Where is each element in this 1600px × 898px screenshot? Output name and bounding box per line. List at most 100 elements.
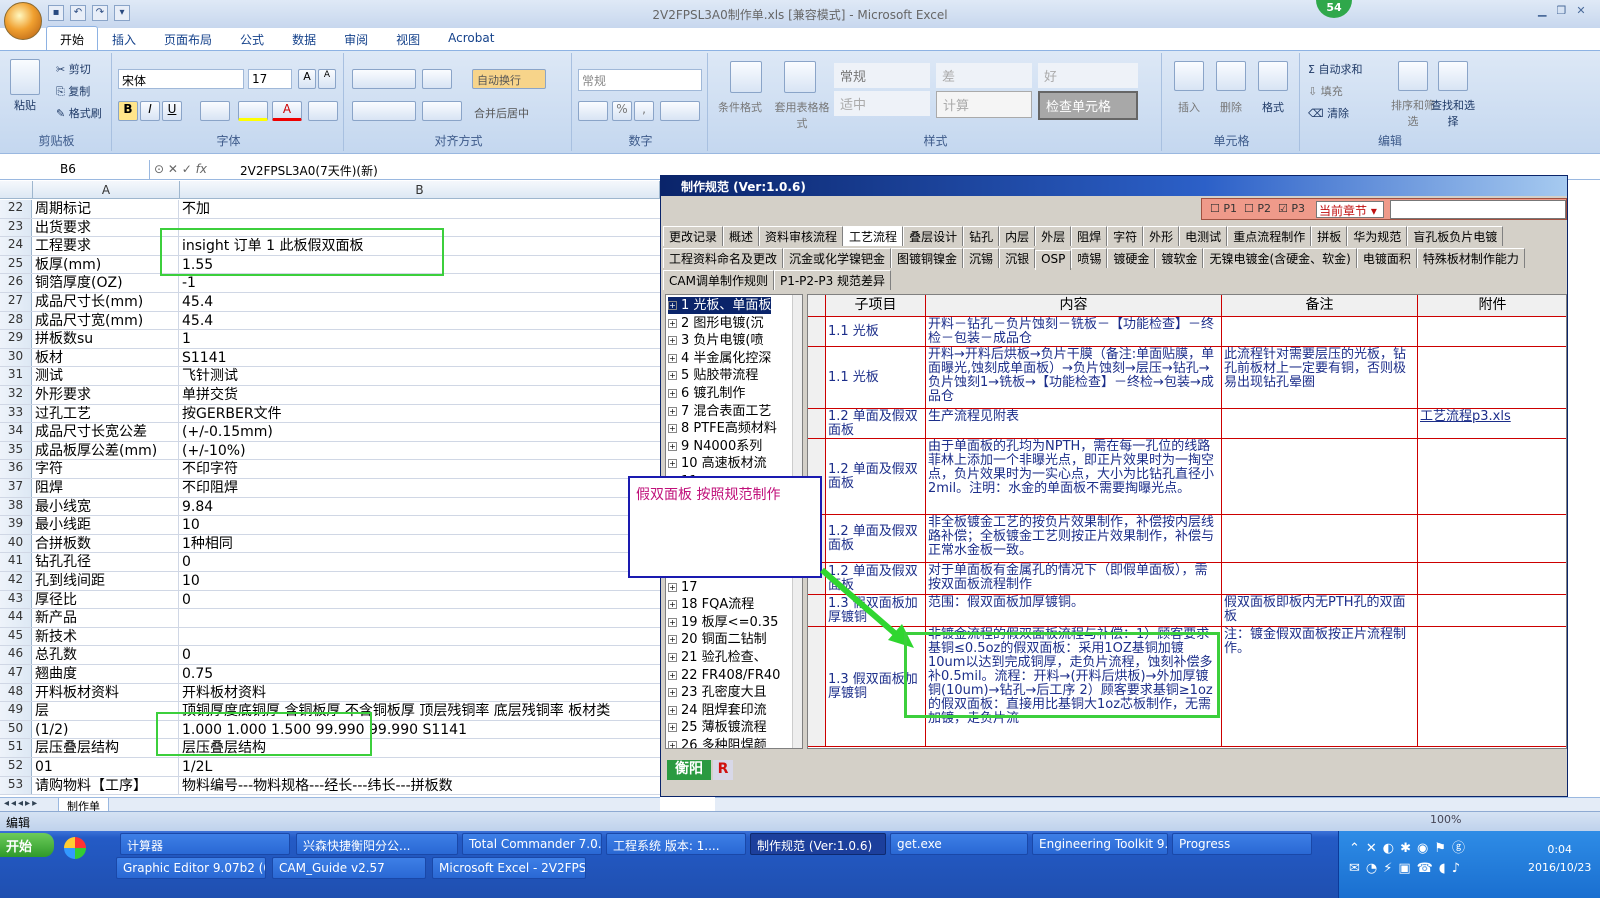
cell-b[interactable]: 0 [180,591,660,609]
italic-button[interactable]: I [140,101,160,121]
sort-filter-icon[interactable] [1398,61,1428,91]
tree-item[interactable]: +21 验孔检查、 [668,649,767,666]
table-format-icon[interactable] [784,61,816,93]
cell-b[interactable]: 0 [180,553,660,571]
cell-a[interactable]: 钻孔孔径 [33,553,179,571]
paste-button[interactable]: 粘贴 [14,97,36,113]
style-calc[interactable]: 计算 [936,91,1032,118]
spec-tab[interactable]: 电测试 [1179,226,1228,246]
cell-b[interactable]: 45.4 [180,293,660,311]
cell-b[interactable]: 开料板材资料 [180,684,660,702]
insert-cells-icon[interactable] [1174,61,1204,91]
row-number[interactable]: 33 [0,404,32,423]
spec-tab[interactable]: 镀硬金 [1107,248,1156,268]
tree-item[interactable]: +19 板厚<=0.35 [668,614,778,631]
row-number[interactable]: 42 [0,572,32,590]
tray-icons[interactable]: ⌃✕◐✱◉⚑ⓖ [1349,837,1471,856]
spec-tab[interactable]: 镀软金 [1155,248,1204,268]
spec-tab[interactable]: 沉银 [999,248,1036,268]
p2-checkbox[interactable]: ☐ P2 [1244,202,1271,215]
conditional-format-icon[interactable] [730,61,762,93]
save-icon[interactable]: ▪ [48,5,64,21]
copy-button[interactable]: ⎘ 复制 [56,83,90,99]
format-cells-button[interactable]: 格式 [1262,99,1284,115]
spec-tab[interactable]: 沉锡 [963,248,1000,268]
font-size-select[interactable]: 17 [248,69,292,89]
insert-cells-button[interactable]: 插入 [1178,99,1200,115]
spec-tab[interactable]: OSP [1035,250,1072,270]
spec-tab[interactable]: 工艺流程 [843,226,904,246]
spec-tab[interactable]: 喷锡 [1071,248,1108,268]
cell-b[interactable]: 1 [180,330,660,348]
expand-icon[interactable]: + [668,389,677,398]
fill-color-icon[interactable] [238,101,268,121]
cell-a[interactable]: 开料板材资料 [33,683,179,702]
tree-item[interactable]: +9 N4000系列 [668,438,762,455]
row-number[interactable]: 43 [0,590,32,609]
wrap-text-button[interactable]: 自动换行 [472,69,546,89]
spec-tab[interactable]: 盲孔板负片电镀 [1407,226,1504,246]
expand-icon[interactable]: + [668,582,677,592]
merge-center-button[interactable]: 合并后居中 [474,105,529,121]
style-neutral[interactable]: 适中 [834,91,930,116]
spec-cell-att[interactable] [1418,563,1566,594]
cell-a[interactable]: 阻焊 [33,479,179,497]
decimal-icons[interactable] [660,101,700,121]
undo-icon[interactable]: ↶ [70,5,86,21]
tab-view[interactable]: 视图 [382,26,434,50]
expand-icon[interactable]: + [668,723,677,733]
expand-icon[interactable]: + [668,705,677,715]
row-number[interactable]: 39 [0,516,32,534]
cell-b[interactable]: 1/2L [180,758,660,776]
row-number[interactable]: 26 [0,274,32,292]
expand-icon[interactable]: + [668,688,677,698]
taskbar-button[interactable]: 工程系统 版本: 1.... [606,833,746,855]
row-number[interactable]: 30 [0,348,32,367]
spec-tab[interactable]: 重点流程制作 [1227,226,1312,246]
row-number[interactable]: 32 [0,386,32,404]
tree-item[interactable]: +25 薄板镀流程 [668,719,767,736]
row-number[interactable]: 24 [0,237,32,255]
spec-tab[interactable]: 内层 [999,226,1036,246]
style-check[interactable]: 检查单元格 [1038,91,1138,120]
select-all-corner[interactable] [0,181,33,199]
currency-icon[interactable] [578,101,608,121]
start-button[interactable]: 开始 [0,833,54,857]
minimize-icon[interactable]: ▁ [1538,4,1546,17]
horizontal-scrollbar[interactable] [715,797,1600,811]
cell-a[interactable]: 新产品 [33,609,179,627]
expand-icon[interactable]: + [668,301,677,310]
cell-a[interactable]: 最小线距 [33,516,179,534]
taskbar-button[interactable]: get.exe [890,833,1028,855]
cell-b[interactable]: 1种相同 [180,535,660,553]
cell-a[interactable]: 外形要求 [33,386,179,404]
spec-tab[interactable]: 阻焊 [1071,226,1108,246]
format-cells-icon[interactable] [1258,61,1288,91]
cell-a[interactable]: 成品尺寸宽(mm) [33,311,179,330]
orientation-icon[interactable] [422,69,452,89]
font-family-select[interactable]: 宋体 [118,69,244,89]
column-header-a[interactable]: A [33,181,180,199]
delete-cells-button[interactable]: 删除 [1220,99,1242,115]
row-number[interactable]: 28 [0,311,32,330]
row-number[interactable]: 45 [0,627,32,646]
cell-b[interactable]: 飞针测试 [180,367,660,385]
taskbar-button[interactable]: CAM_Guide v2.57 [272,857,426,879]
expand-icon[interactable]: + [668,336,677,346]
phonetic-icon[interactable] [308,101,338,121]
tree-item[interactable]: +23 孔密度大且 [668,684,767,701]
cell-a[interactable]: 总孔数 [33,646,179,664]
cell-b[interactable]: -1 [180,274,660,292]
row-number[interactable]: 48 [0,683,32,702]
tab-page-layout[interactable]: 页面布局 [150,26,226,50]
clear-button[interactable]: ⌫ 清除 [1308,105,1349,121]
hengyang-button[interactable]: 衡阳 [667,760,711,780]
row-number[interactable]: 50 [0,720,32,739]
p1-checkbox[interactable]: ☐ P1 [1210,202,1237,215]
row-number[interactable]: 49 [0,702,32,720]
cell-b[interactable]: 不印阻焊 [180,479,660,497]
cell-a[interactable]: 最小线宽 [33,497,179,516]
row-number[interactable]: 27 [0,293,32,311]
row-number[interactable]: 46 [0,646,32,664]
cell-a[interactable]: 工程要求 [33,237,179,255]
